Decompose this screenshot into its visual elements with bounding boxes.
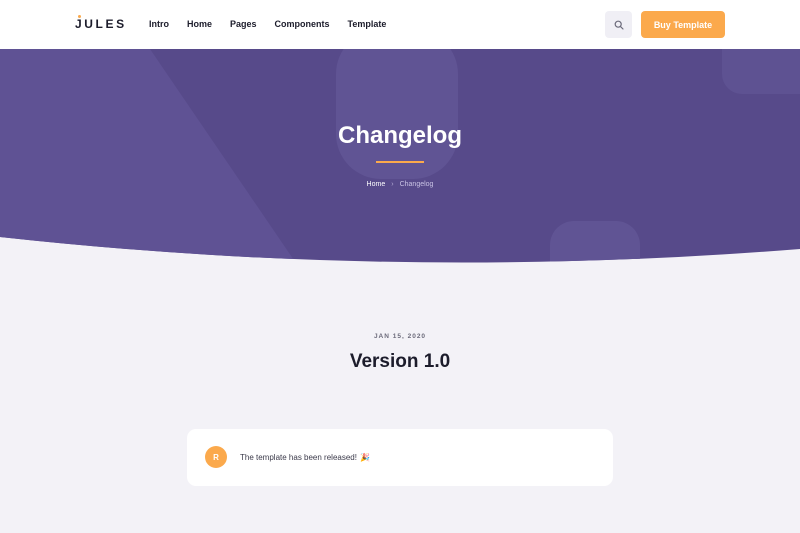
nav-item-home[interactable]: Home <box>187 19 212 29</box>
avatar: R <box>205 446 227 468</box>
search-icon <box>614 20 624 30</box>
hero-banner: Changelog Home › Changelog <box>0 49 800 269</box>
nav-item-pages[interactable]: Pages <box>230 19 257 29</box>
hero-background <box>0 49 800 263</box>
changelog-entry-card: R The template has been released! 🎉 <box>187 429 613 486</box>
main-nav: Intro Home Pages Components Template <box>149 19 386 29</box>
logo[interactable]: JULES <box>75 17 127 31</box>
top-navbar: JULES Intro Home Pages Components Templa… <box>0 0 800 49</box>
nav-item-intro[interactable]: Intro <box>149 19 169 29</box>
breadcrumb-home-link[interactable]: Home <box>367 181 386 188</box>
breadcrumb: Home › Changelog <box>0 181 800 188</box>
changelog-entry: The template has been released! 🎉 <box>240 453 370 462</box>
nav-item-components[interactable]: Components <box>275 19 330 29</box>
title-underline <box>376 161 424 163</box>
nav-item-template[interactable]: Template <box>348 19 387 29</box>
version-title: Version 1.0 <box>349 351 451 372</box>
release-date: JAN 15, 2020 <box>373 333 427 340</box>
chevron-right-icon: › <box>391 181 394 188</box>
search-button[interactable] <box>605 11 632 38</box>
buy-template-button[interactable]: Buy Template <box>641 11 725 38</box>
breadcrumb-current: Changelog <box>399 181 434 188</box>
changelog-entry-text: The template has been released! <box>240 453 357 462</box>
party-popper-icon: 🎉 <box>359 453 370 462</box>
page-title: Changelog <box>338 122 462 149</box>
